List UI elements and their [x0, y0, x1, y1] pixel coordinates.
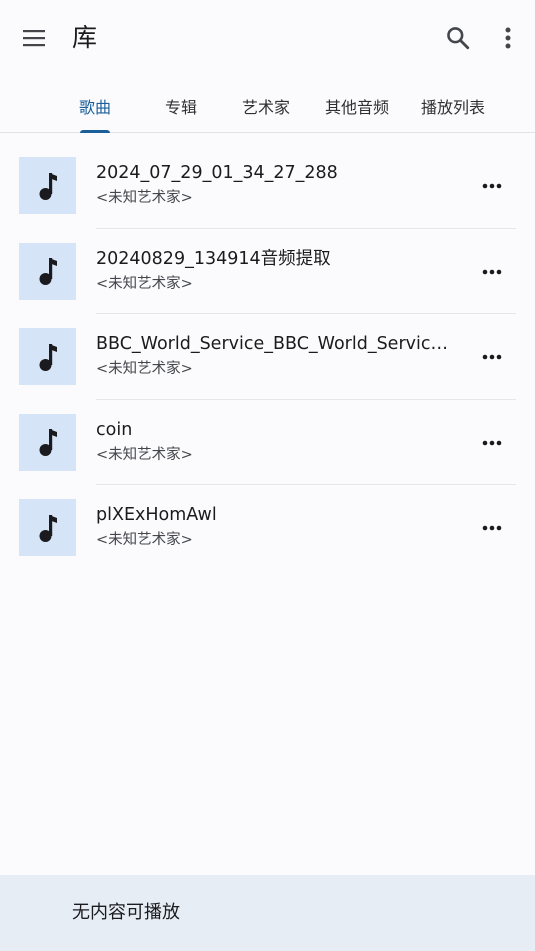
tab-playlists-label: 播放列表: [420, 98, 485, 117]
song-title: coin: [96, 419, 133, 440]
library-screen: 库 歌曲 专辑 艺术家 其他音频 播放列表 2024_07_29_01_34_2…: [0, 0, 535, 951]
more-vert-icon: [505, 27, 511, 49]
search-icon: [447, 27, 470, 50]
more-horiz-icon: [482, 269, 502, 274]
music-note-icon: [39, 258, 57, 285]
song-title: 20240829_134914音频提取: [96, 248, 331, 269]
song-more-button[interactable]: [478, 430, 506, 456]
library-tabs: 歌曲 专辑 艺术家 其他音频 播放列表: [0, 78, 535, 133]
mini-player[interactable]: 无内容可播放: [0, 875, 535, 951]
song-thumbnail: [19, 157, 76, 214]
tab-artists-label: 艺术家: [241, 98, 290, 117]
tab-songs[interactable]: 歌曲: [60, 78, 130, 133]
tab-songs-label: 歌曲: [78, 98, 111, 117]
song-title: plXExHomAwl: [96, 505, 217, 525]
song-row[interactable]: 20240829_134914音频提取 <未知艺术家>: [0, 229, 535, 314]
song-row[interactable]: coin <未知艺术家>: [0, 400, 535, 485]
song-thumbnail: [19, 499, 76, 556]
song-more-button[interactable]: [478, 344, 506, 370]
overflow-menu-button[interactable]: [494, 22, 522, 54]
tab-artists[interactable]: 艺术家: [226, 78, 306, 132]
more-horiz-icon: [482, 440, 502, 445]
song-more-button[interactable]: [478, 515, 506, 541]
music-note-icon: [39, 429, 57, 456]
song-artist: <未知艺术家>: [96, 190, 193, 206]
song-thumbnail: [19, 242, 76, 300]
tab-albums-label: 专辑: [164, 98, 197, 117]
song-more-button[interactable]: [478, 173, 506, 199]
music-note-icon: [39, 343, 57, 371]
active-tab-indicator: [80, 130, 110, 133]
song-thumbnail: [19, 328, 76, 385]
music-note-icon: [39, 514, 57, 542]
player-status-text: 无内容可播放: [72, 902, 180, 923]
search-button[interactable]: [442, 22, 474, 54]
tab-other-audio-label: 其他音频: [324, 98, 389, 117]
song-thumbnail: [19, 413, 76, 471]
tab-albums[interactable]: 专辑: [146, 78, 216, 132]
more-horiz-icon: [482, 525, 502, 531]
song-more-button[interactable]: [478, 259, 506, 285]
tab-playlists[interactable]: 播放列表: [410, 78, 496, 132]
song-row[interactable]: BBC_World_Service_BBC_World_Servic… <未知艺…: [0, 314, 535, 400]
tab-other-audio[interactable]: 其他音频: [314, 78, 400, 132]
more-horiz-icon: [482, 354, 502, 360]
song-title: 2024_07_29_01_34_27_288: [96, 163, 338, 183]
song-title: BBC_World_Service_BBC_World_Servic…: [96, 334, 448, 354]
song-artist: <未知艺术家>: [96, 275, 193, 292]
menu-button[interactable]: [18, 22, 50, 54]
music-note-icon: [39, 172, 57, 200]
song-list: 2024_07_29_01_34_27_288 <未知艺术家> 20240829…: [0, 143, 535, 571]
song-artist: <未知艺术家>: [96, 446, 193, 463]
top-app-bar: 库: [0, 0, 535, 78]
page-title: 库: [72, 23, 98, 52]
menu-icon: [23, 30, 45, 47]
song-row[interactable]: plXExHomAwl <未知艺术家>: [0, 485, 535, 571]
more-horiz-icon: [482, 183, 502, 189]
song-artist: <未知艺术家>: [96, 532, 193, 548]
song-row[interactable]: 2024_07_29_01_34_27_288 <未知艺术家>: [0, 143, 535, 229]
song-artist: <未知艺术家>: [96, 361, 193, 377]
